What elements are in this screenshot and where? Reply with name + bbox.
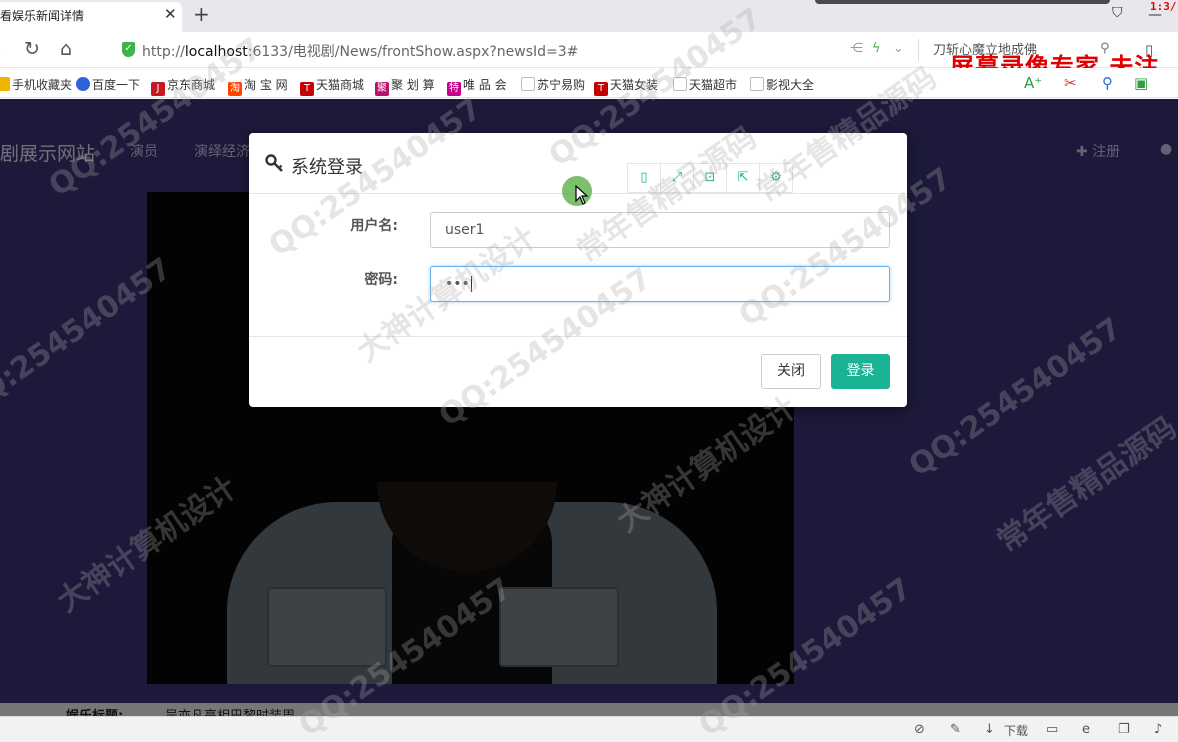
gear-icon[interactable]: ⚙ [768, 170, 784, 186]
download-icon[interactable]: ↓ [984, 722, 995, 737]
fullscreen-icon[interactable]: ⤢ [669, 170, 685, 186]
page-icon [750, 77, 764, 91]
chevron-down-icon[interactable]: ⌄ [893, 41, 904, 56]
share-icon[interactable]: ⋲ [850, 41, 863, 56]
tmall-icon: T [594, 82, 608, 96]
home-icon[interactable]: ⌂ [60, 38, 72, 60]
mouse-cursor-icon [575, 185, 589, 205]
new-tab-icon[interactable]: + [193, 2, 210, 26]
address-bar[interactable]: http://localhost:6133/电视剧/News/frontShow… [142, 41, 578, 61]
taobao-icon: 淘 [228, 82, 242, 96]
volume-icon[interactable]: ♪ [1154, 722, 1162, 737]
divider [759, 164, 760, 192]
bookmark-item[interactable]: J 京东商城 [151, 76, 215, 96]
shield-icon: ✓ [122, 42, 135, 57]
bookmark-item[interactable]: 百度一下 [76, 76, 140, 93]
modal-title: 系统登录 [291, 157, 363, 178]
url-host: localhost [184, 44, 248, 60]
bookmark-item[interactable]: 苏宁易购 [521, 76, 585, 93]
browser-tab-active[interactable]: 看娱乐新闻详情 ✕ [0, 2, 182, 32]
bookmark-item[interactable]: 聚聚 划 算 [375, 76, 435, 96]
password-value: ••• [445, 276, 470, 292]
refresh-icon[interactable]: ↻ [24, 38, 40, 60]
username-input[interactable] [430, 212, 890, 248]
browser-tab-bar: 看娱乐新闻详情 ✕ + ⛉ — 1:3/ [0, 0, 1178, 32]
ie-icon[interactable]: e [1082, 722, 1090, 737]
shirt-skin-icon[interactable]: ⛉ [1112, 5, 1123, 21]
bookmarks-bar: 手机收藏夹 百度一下 J 京东商城 淘淘 宝 网 T 天猫商城 聚聚 划 算 特唯 … [0, 68, 1178, 98]
forward-icon[interactable]: › [0, 38, 2, 60]
password-input[interactable]: ••• [430, 266, 890, 302]
external-link-icon[interactable]: ⇱ [735, 170, 751, 186]
url-scheme: http:// [142, 44, 185, 60]
close-icon[interactable]: ✕ [164, 5, 177, 23]
divider [726, 164, 727, 192]
juhuasuan-icon: 聚 [375, 82, 389, 96]
game-icon[interactable]: ▣ [1134, 74, 1148, 92]
modal-toolbar: ▯ ⤢ ⊡ ⇱ ⚙ [627, 163, 793, 193]
lightning-icon[interactable]: ϟ [872, 41, 881, 56]
screen-icon[interactable]: ▭ [1046, 722, 1058, 737]
baidu-paw-icon [76, 77, 90, 91]
jd-icon: J [151, 82, 165, 96]
page-icon [673, 77, 687, 91]
url-path: :6133/电视剧/News/frontShow.aspx?newsId=3# [247, 44, 579, 60]
bookmark-item[interactable]: 特唯 品 会 [447, 76, 507, 96]
tmall-icon: T [300, 82, 314, 96]
bookmark-item[interactable]: 天猫超市 [673, 76, 737, 93]
key-icon [265, 154, 283, 172]
pin-icon[interactable]: ✎ [950, 722, 961, 737]
restore-icon[interactable]: ▯ [636, 170, 652, 186]
save-icon[interactable]: ⊡ [702, 170, 718, 186]
bookmark-item[interactable]: T 天猫女装 [594, 76, 658, 96]
record-time: 1:3/ [1150, 0, 1177, 13]
speed-icon[interactable]: ⊘ [914, 722, 925, 737]
folder-icon [0, 77, 10, 91]
divider [693, 164, 694, 192]
divider [660, 164, 661, 192]
login-button[interactable]: 登录 [831, 354, 890, 389]
modal-header: 系统登录 ▯ ⤢ ⊡ ⇱ ⚙ [249, 133, 907, 206]
magnifier-icon[interactable]: ⚲ [1102, 74, 1113, 92]
username-label: 用户名: [350, 218, 398, 234]
translate-icon[interactable]: A⁺ [1024, 74, 1042, 92]
tab-title: 看娱乐新闻详情 [0, 9, 85, 23]
status-bar: ⊘ ✎ ↓ 下载 ▭ e ❐ ♪ [0, 716, 1178, 742]
bookmark-item[interactable]: 手机收藏夹 [0, 76, 72, 93]
scissors-icon[interactable]: ✂ [1064, 74, 1077, 92]
window-icon[interactable]: ❐ [1118, 722, 1130, 737]
bookmark-item[interactable]: 淘淘 宝 网 [228, 76, 288, 96]
recorder-strip [815, 0, 1110, 4]
bookmark-item[interactable]: 影视大全 [750, 76, 814, 93]
vip-icon: 特 [447, 82, 461, 96]
download-label[interactable]: 下载 [1004, 722, 1028, 739]
close-button[interactable]: 关闭 [761, 354, 821, 389]
login-modal: 系统登录 ▯ ⤢ ⊡ ⇱ ⚙ 用户名: 密码: ••• 关闭 登录 [249, 133, 907, 407]
text-caret [470, 276, 472, 292]
modal-footer-divider [249, 336, 907, 337]
page-icon [521, 77, 535, 91]
bookmark-item[interactable]: T 天猫商城 [300, 76, 364, 96]
password-label: 密码: [364, 272, 398, 288]
